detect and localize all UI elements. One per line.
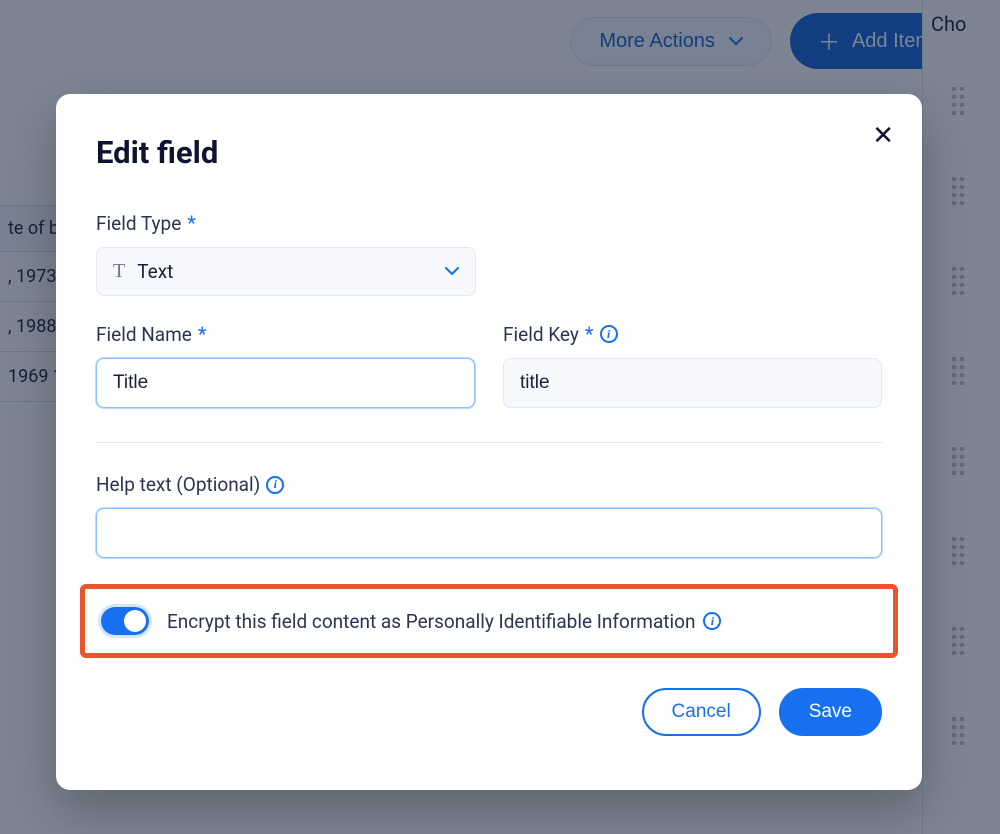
field-name-label: Field Name * <box>96 322 475 346</box>
field-type-label: Field Type * <box>96 211 882 235</box>
cancel-button[interactable]: Cancel <box>642 688 761 736</box>
edit-field-modal: ✕ Edit field Field Type * T Text Field N… <box>56 94 922 790</box>
field-type-value: Text <box>137 260 173 283</box>
close-button[interactable]: ✕ <box>872 122 894 148</box>
field-key-label: Field Key * i <box>503 322 882 346</box>
field-name-input[interactable] <box>96 358 475 408</box>
encrypt-toggle-label: Encrypt this field content as Personally… <box>167 610 721 633</box>
field-key-input[interactable] <box>503 358 882 408</box>
modal-title: Edit field <box>96 134 882 171</box>
encrypt-highlight: Encrypt this field content as Personally… <box>80 584 898 658</box>
info-icon[interactable]: i <box>266 476 284 494</box>
encrypt-toggle[interactable] <box>101 607 149 635</box>
help-text-label: Help text (Optional) i <box>96 473 882 496</box>
toggle-knob <box>124 610 146 632</box>
help-text-input[interactable] <box>96 508 882 558</box>
field-type-select[interactable]: T Text <box>96 247 476 296</box>
info-icon[interactable]: i <box>703 612 721 630</box>
required-asterisk: * <box>585 322 594 346</box>
chevron-down-icon <box>445 262 459 281</box>
required-asterisk: * <box>198 322 207 346</box>
close-icon: ✕ <box>872 120 894 150</box>
save-button[interactable]: Save <box>779 688 882 736</box>
divider <box>96 442 882 443</box>
required-asterisk: * <box>187 211 196 235</box>
info-icon[interactable]: i <box>600 325 618 343</box>
text-type-icon: T <box>113 260 125 283</box>
